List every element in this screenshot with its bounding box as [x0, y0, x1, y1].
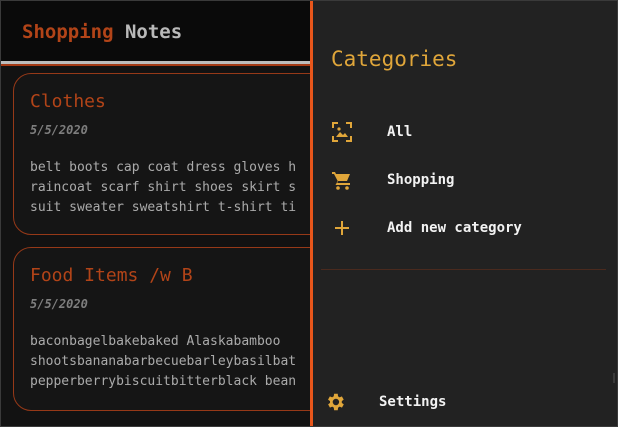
drawer-item-shopping[interactable]: Shopping — [313, 160, 617, 200]
image-frame-icon — [331, 121, 353, 143]
app-window: Shopping Notes Clothes 5/5/2020 belt boo… — [0, 0, 618, 427]
drawer-item-add-category[interactable]: Add new category — [313, 208, 617, 248]
shopping-cart-icon — [331, 169, 353, 191]
drawer-item-label: Settings — [379, 394, 447, 410]
drawer-item-label: All — [387, 124, 413, 140]
plus-icon — [331, 217, 353, 239]
drawer-item-all[interactable]: All — [313, 112, 617, 152]
drawer-item-label: Shopping — [387, 172, 455, 188]
scrollbar[interactable] — [613, 373, 615, 383]
drawer-title: Categories — [331, 47, 458, 71]
drawer-item-settings[interactable]: Settings — [313, 382, 617, 422]
gear-icon — [324, 391, 346, 413]
drawer-divider — [321, 269, 606, 270]
categories-drawer: Categories All Shopping Add new category… — [310, 1, 617, 426]
drawer-item-label: Add new category — [387, 220, 522, 236]
